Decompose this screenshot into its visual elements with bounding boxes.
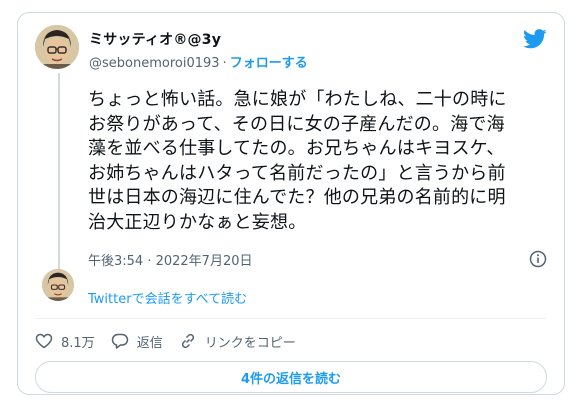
- like-count: 8.1万: [61, 335, 95, 351]
- heart-icon: [35, 333, 53, 349]
- embedded-tweet-card: ミサッティオ®@3y @sebonemoroi0193 · フォローする ちょっと怖…: [17, 12, 565, 395]
- copy-link-button[interactable]: リンクをコピー: [179, 332, 296, 351]
- author-handle[interactable]: @sebonemoroi0193: [89, 56, 220, 71]
- author-display-name[interactable]: ミサッティオ®@3y: [89, 29, 221, 49]
- link-icon: [181, 333, 194, 349]
- info-icon[interactable]: [529, 250, 547, 268]
- thread-line: [58, 73, 60, 269]
- action-bar: 8.1万 返信 リンクをコピー: [35, 331, 312, 351]
- thread-avatar[interactable]: [42, 269, 74, 301]
- read-replies-button[interactable]: 4件の返信を読む: [35, 361, 547, 393]
- like-button[interactable]: 8.1万: [35, 332, 95, 351]
- read-conversation-link[interactable]: Twitterで会話をすべて読む: [88, 288, 247, 307]
- reply-button[interactable]: 返信: [111, 332, 163, 351]
- tweet-timestamp[interactable]: 午後3:54 · 2022年7月20日: [88, 250, 253, 269]
- tweet-text: ちょっと怖い話。急に娘が「わたしね、二十の時に お祭りがあって、その日に女の子産…: [88, 89, 507, 233]
- avatar-face-icon: [42, 269, 74, 301]
- author-handle-row: @sebonemoroi0193 · フォローする: [89, 52, 308, 71]
- avatar-face-icon: [35, 25, 79, 69]
- separator-dot: ·: [222, 56, 227, 71]
- reply-label: 返信: [136, 335, 163, 351]
- copy-link-label: リンクをコピー: [204, 335, 296, 351]
- divider: [35, 318, 547, 319]
- author-avatar[interactable]: [35, 25, 79, 69]
- reply-icon: [111, 333, 128, 349]
- twitter-bird-icon[interactable]: [523, 29, 547, 49]
- follow-button[interactable]: フォローする: [230, 56, 308, 71]
